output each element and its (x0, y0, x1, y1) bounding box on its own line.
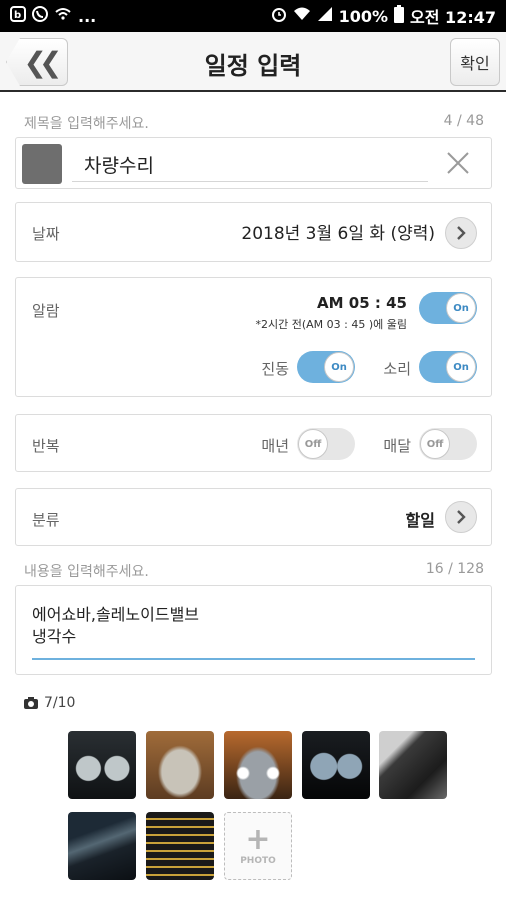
monthly-label: 매달 (383, 437, 411, 455)
app-header: ❮❮ 일정 입력 확인 (0, 32, 506, 92)
title-card (15, 137, 492, 189)
yearly-label: 매년 (261, 437, 289, 455)
chevron-right-icon (457, 510, 466, 524)
date-value: 2018년 3월 6일 화 (양력) (241, 224, 435, 244)
date-arrow-button[interactable] (445, 217, 477, 249)
signal-icon (317, 6, 333, 26)
car-front-photo[interactable] (146, 731, 214, 799)
confirm-button[interactable]: 확인 (450, 38, 500, 86)
clear-icon[interactable] (445, 150, 471, 176)
monthly-toggle-knob: Off (420, 429, 450, 459)
car-headlights-photo[interactable] (224, 731, 292, 799)
service-screen-photo[interactable] (146, 812, 214, 880)
alarm-toggle[interactable]: On (419, 292, 477, 324)
memo-counter: 16 / 128 (425, 561, 484, 577)
clock: 오전 12:47 (410, 8, 496, 27)
wifi-icon (293, 6, 311, 26)
alarm-time[interactable]: AM 05 : 45 (317, 294, 407, 312)
wifi-calling-icon (54, 6, 72, 26)
add-photo-button[interactable]: + PHOTO (224, 812, 292, 880)
memo-hint: 내용을 입력해주세요. (24, 564, 149, 580)
category-value: 할일 (405, 511, 435, 530)
memo-input[interactable]: 에어쇼바,솔레노이드밸브 냉각수 (32, 604, 472, 648)
plus-icon: + (245, 822, 271, 857)
repeat-row: 반복 매년 Off 매달 Off (15, 414, 492, 472)
category-row[interactable]: 분류 할일 (15, 488, 492, 546)
add-photo-label: PHOTO (240, 856, 276, 866)
sound-toggle-knob: On (446, 352, 476, 382)
vibrate-toggle-knob: On (324, 352, 354, 382)
battery-percent: 100% (338, 6, 389, 26)
alarm-label: 알람 (32, 302, 60, 320)
category-label: 분류 (32, 511, 60, 529)
camera-icon (24, 697, 38, 709)
yearly-toggle-knob: Off (298, 429, 328, 459)
alarm-row: 알람 AM 05 : 45 *2시간 전(AM 03 : 45 )에 울림 On… (15, 277, 492, 397)
battery-icon (394, 5, 405, 27)
call-icon (32, 6, 48, 26)
date-row[interactable]: 날짜 2018년 3월 6일 화 (양력) (15, 202, 492, 262)
monthly-toggle[interactable]: Off (419, 428, 477, 460)
category-arrow-button[interactable] (445, 501, 477, 533)
more-notifications: ... (78, 6, 97, 26)
engine-bay-photo[interactable] (68, 812, 136, 880)
title-hint: 제목을 입력해주세요. (24, 116, 149, 132)
page-title: 일정 입력 (204, 52, 302, 80)
photo-count: 7/10 (24, 695, 75, 711)
svg-text:b: b (14, 10, 21, 21)
yearly-toggle[interactable]: Off (297, 428, 355, 460)
vibrate-toggle[interactable]: On (297, 351, 355, 383)
date-label: 날짜 (32, 225, 60, 243)
alarm-note: *2시간 전(AM 03 : 45 )에 울림 (255, 318, 408, 331)
memo-card[interactable]: 에어쇼바,솔레노이드밸브 냉각수 (15, 585, 492, 675)
sound-toggle[interactable]: On (419, 351, 477, 383)
interior-part-photo[interactable] (379, 731, 447, 799)
alarm-clock-icon (271, 6, 287, 26)
notification-icon: b (10, 6, 26, 26)
alarm-toggle-knob: On (446, 293, 476, 323)
gauge-cluster-photo[interactable] (302, 731, 370, 799)
photo-count-text: 7/10 (44, 695, 76, 711)
title-counter: 4 / 48 (443, 113, 484, 129)
status-bar: b ... 100% 오전 12:47 (0, 0, 506, 32)
repeat-label: 반복 (32, 437, 60, 455)
memo-underline (32, 658, 475, 660)
vibrate-label: 진동 (261, 360, 289, 378)
sound-label: 소리 (383, 360, 411, 378)
title-input[interactable] (72, 148, 428, 182)
chevron-right-icon (457, 226, 466, 240)
color-swatch[interactable] (22, 144, 62, 184)
dashboard-photo[interactable] (68, 731, 136, 799)
